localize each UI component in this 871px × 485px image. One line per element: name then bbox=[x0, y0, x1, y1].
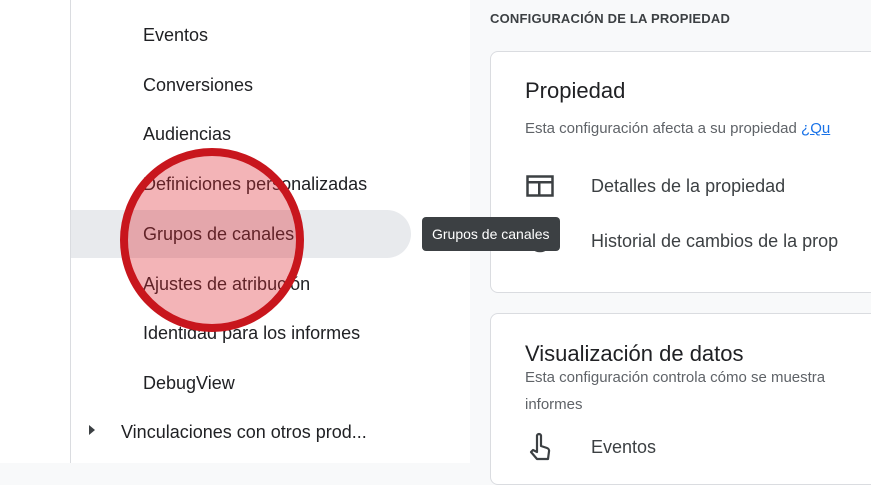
nav-item-conversiones[interactable]: Conversiones bbox=[71, 61, 411, 109]
highlight-circle bbox=[120, 148, 304, 332]
data-display-card: Visualización de datos Esta configuració… bbox=[490, 313, 871, 485]
nav-item-label: Vinculaciones con otros prod... bbox=[121, 421, 367, 442]
card-description: Esta configuración afecta a su propiedad… bbox=[525, 120, 831, 137]
nav-item-audiencias[interactable]: Audiencias bbox=[71, 110, 411, 158]
nav-item-label: DebugView bbox=[143, 372, 235, 393]
card-title: Visualización de datos bbox=[525, 341, 744, 366]
card-title: Propiedad bbox=[525, 78, 626, 103]
touch-icon bbox=[525, 432, 555, 461]
nav-item-label: Eventos bbox=[143, 24, 209, 45]
card-description-line2: informes bbox=[525, 396, 583, 413]
nav-item-label: Identidad para los informes bbox=[143, 322, 361, 343]
row-label: Detalles de la propiedad bbox=[591, 175, 786, 196]
expand-arrow-icon[interactable] bbox=[89, 425, 95, 435]
nav-item-label: Audiencias bbox=[143, 123, 232, 144]
row-label: Historial de cambios de la prop bbox=[591, 230, 839, 251]
nav-item-eventos[interactable]: Eventos bbox=[71, 11, 411, 59]
nav-item-debugview[interactable]: DebugView bbox=[71, 359, 411, 407]
nav-group-vinculaciones[interactable]: Vinculaciones con otros prod... bbox=[71, 408, 411, 456]
row-label: Eventos bbox=[591, 436, 657, 457]
property-details-icon bbox=[525, 174, 555, 198]
tooltip: Grupos de canales bbox=[422, 217, 560, 251]
section-title: CONFIGURACIÓN DE LA PROPIEDAD bbox=[490, 11, 731, 26]
left-rail bbox=[0, 0, 71, 463]
nav-item-label: Conversiones bbox=[143, 74, 254, 95]
property-details-row[interactable]: Detalles de la propiedad bbox=[525, 171, 785, 201]
property-card: Propiedad Esta configuración afecta a su… bbox=[490, 51, 871, 293]
help-link[interactable]: ¿Qu bbox=[801, 120, 830, 137]
change-history-row[interactable]: Historial de cambios de la prop bbox=[525, 226, 838, 256]
card-description-line1: Esta configuración controla cómo se mues… bbox=[525, 369, 826, 386]
events-row[interactable]: Eventos bbox=[525, 432, 656, 462]
